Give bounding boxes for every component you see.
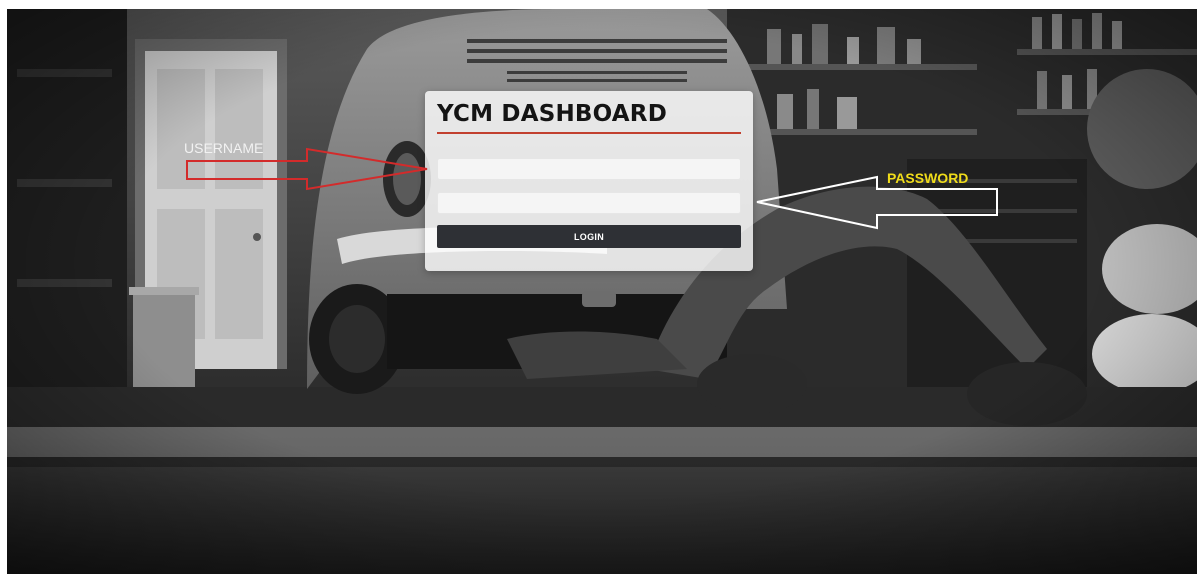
username-input[interactable] xyxy=(437,158,741,180)
password-annotation: PASSWORD xyxy=(887,170,969,186)
username-annotation: USERNAME xyxy=(184,140,264,156)
title-divider xyxy=(437,132,741,134)
password-input[interactable] xyxy=(437,192,741,214)
screenshot-frame: YCM DASHBOARD LOGIN USERNAME PASSWORD xyxy=(7,9,1197,574)
login-button[interactable]: LOGIN xyxy=(437,225,741,248)
login-panel: YCM DASHBOARD LOGIN xyxy=(425,91,753,271)
dashboard-title: YCM DASHBOARD xyxy=(437,101,667,127)
